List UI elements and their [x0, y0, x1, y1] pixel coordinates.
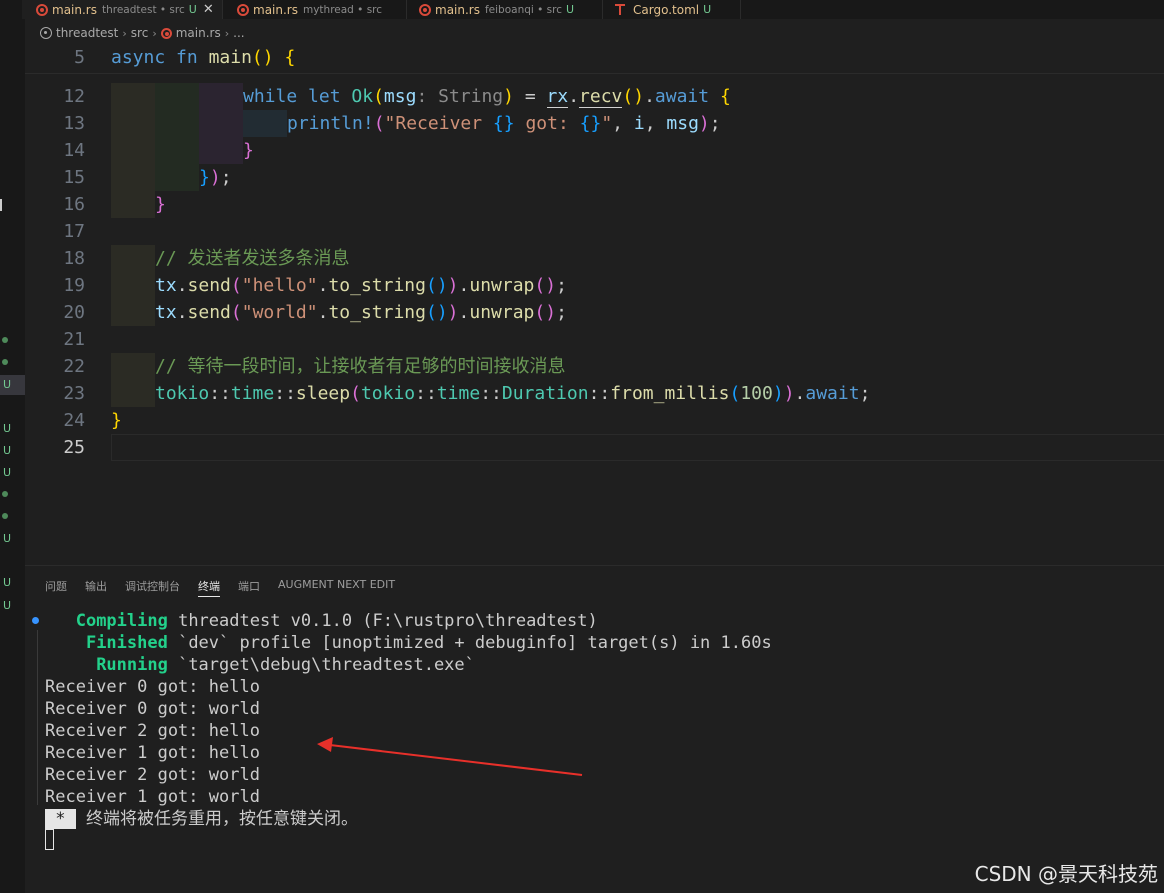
arrow-shaft [329, 744, 583, 776]
watermark: CSDN @景天科技苑 [974, 862, 1158, 886]
arrow-head [317, 737, 333, 752]
annotation-arrow [317, 737, 583, 776]
